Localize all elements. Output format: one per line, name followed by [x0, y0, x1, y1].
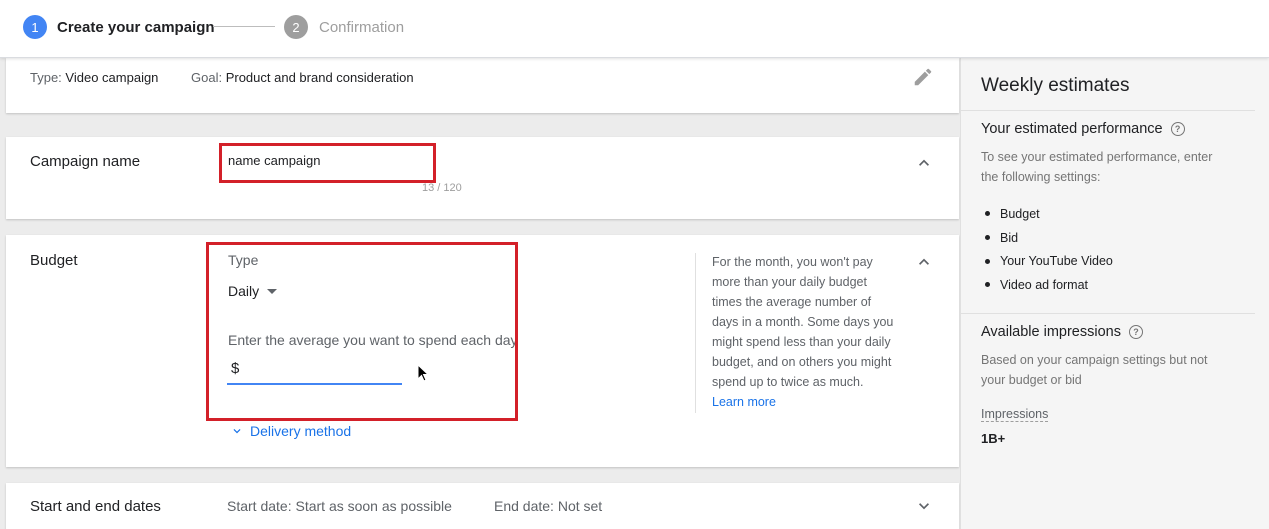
chevron-up-icon[interactable] [914, 153, 934, 173]
dates-card[interactable]: Start and end dates Start date: Start as… [6, 483, 959, 529]
learn-more-link[interactable]: Learn more [712, 395, 776, 409]
daily-budget-input[interactable]: $ [227, 357, 402, 385]
panel-divider [961, 110, 1255, 111]
budget-type-label: Type [228, 252, 259, 268]
performance-help-line-1: To see your estimated performance, enter [981, 150, 1213, 164]
impressions-label[interactable]: Impressions [981, 407, 1049, 422]
budget-type-dropdown[interactable]: Daily [228, 283, 278, 299]
mouse-cursor-icon [417, 364, 430, 382]
campaign-name-title: Campaign name [30, 153, 141, 170]
step-confirmation[interactable]: 2 Confirmation [284, 14, 404, 40]
impressions-value: 1B+ [981, 431, 1006, 446]
campaign-summary-card: Type: Video campaign Goal: Product and b… [6, 58, 959, 113]
budget-divider [695, 253, 696, 413]
required-settings-list: Budget Bid Your YouTube Video Video ad f… [985, 202, 1113, 297]
goal-label: Goal: [191, 70, 223, 85]
step-1-label: Create your campaign [57, 18, 215, 36]
goal-value: Product and brand consideration [225, 70, 414, 85]
dates-title: Start and end dates [30, 498, 161, 515]
budget-help-body: For the month, you won't pay more than y… [712, 255, 894, 389]
campaign-goal: Goal: Product and brand consideration [191, 70, 414, 85]
list-item: Budget [985, 202, 1113, 226]
weekly-estimates-panel: Weekly estimates Your estimated performa… [960, 58, 1269, 529]
currency-symbol: $ [231, 360, 240, 377]
budget-card: Budget Type Daily Enter the average you … [6, 235, 959, 467]
impressions-help-text: Based on your campaign settings but not … [981, 350, 1208, 390]
delivery-method-toggle[interactable]: Delivery method [230, 423, 351, 439]
help-icon[interactable]: ? [1128, 325, 1143, 339]
help-icon[interactable]: ? [1170, 122, 1185, 136]
budget-prompt: Enter the average you want to spend each… [228, 332, 518, 348]
start-date-summary: Start date: Start as soon as possible [227, 498, 452, 514]
step-create-campaign[interactable]: 1 Create your campaign [23, 14, 215, 40]
estimated-performance-title: Your estimated performance ? [981, 121, 1185, 137]
stepper-connector [213, 26, 275, 27]
panel-title: Weekly estimates [981, 75, 1130, 96]
type-label: Type: [30, 70, 62, 85]
edit-pencil-icon[interactable] [912, 66, 934, 88]
list-item: Video ad format [985, 273, 1113, 297]
available-impressions-label: Available impressions [981, 324, 1121, 340]
performance-help-text: To see your estimated performance, enter… [981, 147, 1212, 187]
chevron-down-icon [233, 429, 241, 434]
panel-divider [961, 313, 1255, 314]
chevron-up-icon[interactable] [914, 252, 934, 272]
available-impressions-title: Available impressions ? [981, 324, 1143, 340]
step-1-badge: 1 [23, 15, 47, 39]
performance-help-line-2: the following settings: [981, 170, 1101, 184]
budget-title: Budget [30, 252, 78, 269]
campaign-name-input[interactable]: name campaign [228, 153, 321, 168]
impressions-help-line-1: Based on your campaign settings but not [981, 353, 1208, 367]
type-value: Video campaign [65, 70, 159, 85]
budget-help-text: For the month, you won't pay more than y… [712, 252, 897, 412]
campaign-type: Type: Video campaign [30, 70, 158, 85]
estimated-performance-label: Your estimated performance [981, 121, 1163, 137]
step-2-badge: 2 [284, 15, 308, 39]
budget-type-value: Daily [228, 283, 260, 299]
end-date-summary: End date: Not set [494, 498, 603, 514]
stepper-header: 1 Create your campaign 2 Confirmation [0, 0, 1269, 58]
delivery-method-label: Delivery method [250, 423, 352, 439]
dropdown-arrow-icon [267, 288, 278, 294]
step-2-label: Confirmation [319, 18, 405, 36]
campaign-name-card: Campaign name name campaign 13 / 120 [6, 137, 959, 219]
impressions-help-line-2: your budget or bid [981, 373, 1082, 387]
list-item: Bid [985, 226, 1113, 250]
list-item: Your YouTube Video [985, 249, 1113, 273]
chevron-down-icon[interactable] [914, 496, 934, 516]
char-counter: 13 / 120 [422, 182, 462, 194]
